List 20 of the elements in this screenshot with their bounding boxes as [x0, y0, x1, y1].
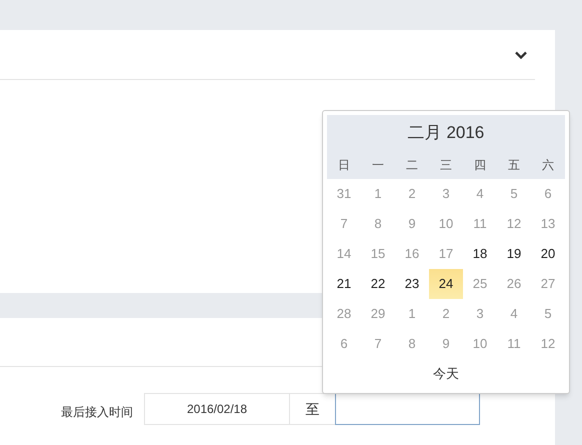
day-cell[interactable]: 22: [361, 269, 395, 299]
weekday-label: 五: [507, 157, 521, 174]
today-button[interactable]: 今天: [327, 359, 565, 389]
weekday-label: 日: [337, 157, 351, 174]
chevron-down-icon[interactable]: [515, 50, 527, 58]
separator-label: 至: [306, 400, 320, 418]
weekday-label: 四: [473, 157, 487, 174]
filter-label: 最后接入时间: [60, 404, 133, 421]
weekday-label: 三: [439, 157, 453, 174]
start-date-field[interactable]: 2016/02/18: [144, 393, 290, 425]
weekday-label: 二: [405, 157, 419, 174]
weekday-label: 一: [371, 157, 385, 174]
day-cell[interactable]: 20: [531, 239, 565, 269]
weekday-label: 六: [541, 157, 555, 174]
month-title[interactable]: 二月 2016: [327, 115, 565, 151]
day-cell[interactable]: 19: [497, 239, 531, 269]
day-cell[interactable]: 21: [327, 269, 361, 299]
day-cell[interactable]: 18: [463, 239, 497, 269]
day-cell[interactable]: 23: [395, 269, 429, 299]
day-cell[interactable]: 24: [429, 269, 463, 299]
